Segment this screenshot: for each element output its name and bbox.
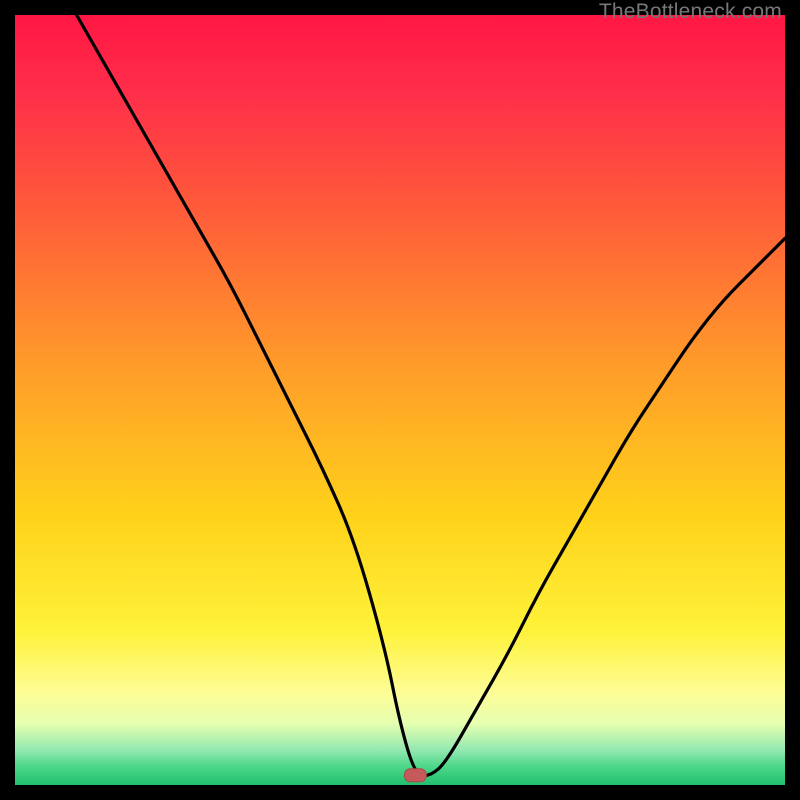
- chart-svg: [15, 15, 785, 785]
- watermark-text: TheBottleneck.com: [599, 0, 782, 24]
- chart-container: TheBottleneck.com: [0, 0, 800, 800]
- optimal-marker: [404, 769, 426, 782]
- plot-area: [15, 15, 785, 785]
- gradient-background: [15, 15, 785, 785]
